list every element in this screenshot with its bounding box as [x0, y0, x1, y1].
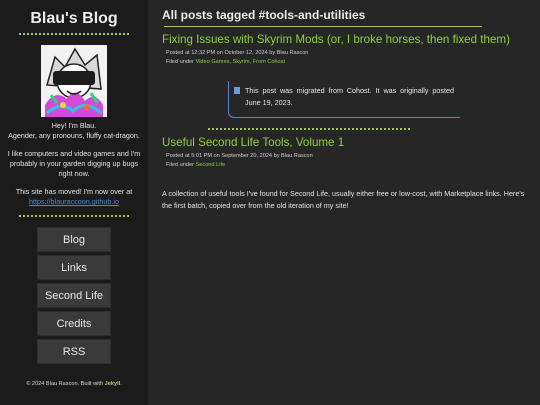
bio-identity: Agender, any pronouns, fluffy cat-dragon… — [8, 131, 140, 140]
bio-greeting: Hey! I'm Blau. — [51, 121, 97, 130]
footer-period: . — [120, 381, 122, 387]
main-content: All posts tagged #tools-and-utilities Fi… — [148, 0, 540, 405]
filed-under-label: Filed under — [166, 59, 194, 65]
nav-blog-button[interactable]: Blog — [37, 227, 111, 252]
bio-interests: I like computers and video games and I'm… — [7, 149, 141, 178]
avatar — [41, 45, 107, 117]
migration-note: This post was migrated from Cohost. It w… — [228, 81, 460, 118]
post-title-link[interactable]: Useful Second Life Tools, Volume 1 — [162, 136, 526, 149]
post-tags: Filed under Video Games, Skyrim, From Co… — [166, 59, 285, 65]
sidebar: Blau's Blog Hey! I'm Blau. Agender, any … — [0, 0, 148, 405]
title-rule — [164, 26, 482, 27]
post-date: Posted at 5:01 PM on September 20, 2024 … — [166, 153, 313, 159]
divider — [19, 33, 129, 35]
post-item: Useful Second Life Tools, Volume 1 Poste… — [162, 136, 526, 212]
nav-links-button[interactable]: Links — [37, 255, 111, 280]
site-title[interactable]: Blau's Blog — [6, 10, 142, 28]
moved-link[interactable]: https://blauraccoon.github.io — [29, 197, 119, 206]
tag-link-from-cohost[interactable]: From Cohost — [253, 59, 285, 65]
nav-second-life-button[interactable]: Second Life — [37, 283, 111, 308]
tag-link-second-life[interactable]: Second Life — [196, 162, 226, 168]
post-meta: Posted at 5:01 PM on September 20, 2024 … — [166, 152, 526, 170]
nav-credits-button[interactable]: Credits — [37, 311, 111, 336]
sidebar-nav: Blog Links Second Life Credits RSS — [6, 227, 142, 367]
footer-copyright: © 2024 Blau Rascon. Built with — [26, 381, 104, 387]
document-icon — [234, 87, 240, 94]
page-layout: Blau's Blog Hey! I'm Blau. Agender, any … — [0, 0, 540, 405]
post-meta: Posted at 12:32 PM on October 12, 2024 b… — [166, 49, 526, 67]
nav-rss-button[interactable]: RSS — [37, 339, 111, 364]
tag-link-video-games[interactable]: Video Games — [196, 59, 230, 65]
jekyll-link[interactable]: Jekyll — [105, 381, 121, 387]
post-title-link[interactable]: Fixing Issues with Skyrim Mods (or, I br… — [162, 33, 526, 46]
post-item: Fixing Issues with Skyrim Mods (or, I br… — [162, 33, 526, 118]
post-excerpt: A collection of useful tools I've found … — [162, 189, 525, 210]
footer: © 2024 Blau Rascon. Built with Jekyll. — [6, 381, 142, 387]
post-separator — [208, 128, 410, 130]
divider — [19, 215, 129, 217]
bio: Hey! I'm Blau. Agender, any pronouns, fl… — [6, 121, 142, 207]
moved-notice: This site has moved! I'm now over at — [15, 187, 133, 196]
tag-link-skyrim[interactable]: Skyrim — [232, 59, 249, 65]
post-tags: Filed under Second Life — [166, 161, 526, 170]
post-date: Posted at 12:32 PM on October 12, 2024 b… — [166, 50, 309, 56]
migration-note-text: This post was migrated from Cohost. It w… — [245, 86, 454, 107]
filed-under-label: Filed under — [166, 162, 194, 168]
page-title: All posts tagged #tools-and-utilities — [162, 8, 366, 22]
